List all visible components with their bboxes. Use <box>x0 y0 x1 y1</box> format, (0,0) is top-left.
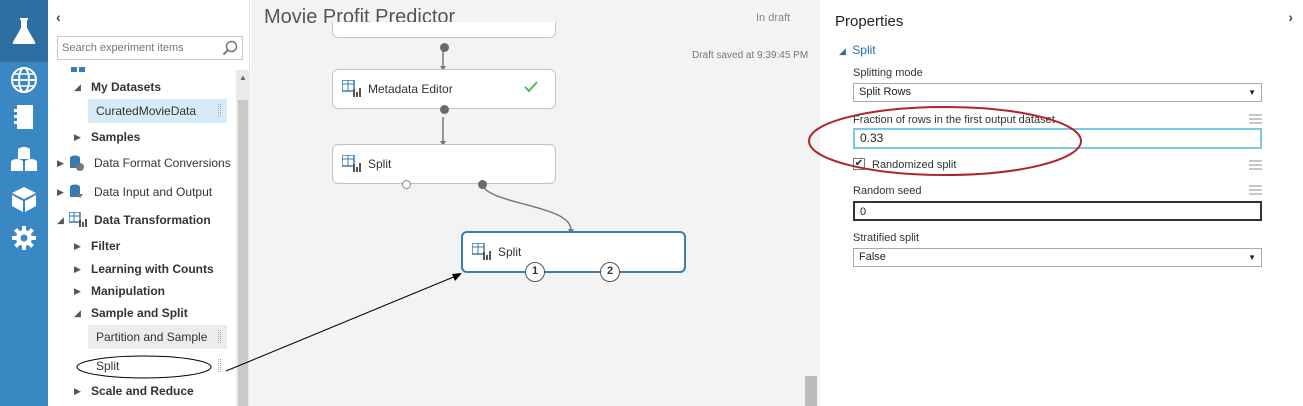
collapsed-arrow-icon[interactable]: ▶ <box>74 280 81 302</box>
output-port[interactable] <box>440 105 449 114</box>
properties-title: Properties <box>835 13 904 30</box>
properties-panel: Properties › ◢ Split Splitting mode Spli… <box>820 0 1303 406</box>
transformation-icon <box>341 79 362 101</box>
globe-icon[interactable] <box>9 65 39 95</box>
experiment-canvas[interactable]: Movie Profit Predictor In draft Draft sa… <box>251 0 820 406</box>
scroll-up-arrow-icon[interactable]: ▲ <box>239 73 247 82</box>
output-port-1[interactable] <box>402 180 411 189</box>
collapsed-arrow-icon[interactable]: ▶ <box>74 258 81 280</box>
expanded-arrow-icon[interactable]: ◢ <box>74 76 81 98</box>
datasets-icon[interactable] <box>9 144 39 174</box>
connection-lines <box>440 48 574 234</box>
splitting-mode-select[interactable]: Split Rows ▼ <box>853 83 1262 102</box>
stratified-split-label: Stratified split <box>853 232 920 244</box>
random-seed-input[interactable]: 0 <box>853 201 1262 221</box>
output-port-2[interactable]: 2 <box>600 262 620 282</box>
randomized-split-label: Randomized split <box>872 159 957 171</box>
data-io-icon <box>68 184 84 200</box>
tree-item-curatedmoviedata[interactable]: CuratedMovieData <box>88 99 227 123</box>
collapse-right-chevron-icon[interactable]: › <box>1288 9 1293 25</box>
conversion-icon <box>68 155 84 171</box>
transformation-icon <box>471 242 492 264</box>
expanded-arrow-icon: ◢ <box>839 46 846 56</box>
tree-item-split[interactable]: Split <box>88 354 227 378</box>
tree-item-my-datasets[interactable]: ◢ My Datasets <box>48 76 236 98</box>
search-input[interactable] <box>58 37 218 59</box>
success-check-icon <box>523 80 539 97</box>
search-box[interactable] <box>57 36 243 60</box>
tree-item-data-transformation[interactable]: ◢ Data Transformation <box>48 209 236 231</box>
notebook-icon[interactable] <box>9 102 39 132</box>
tree-scroll-top-hint <box>70 64 86 72</box>
collapse-left-chevron-icon[interactable]: ‹ <box>56 9 61 25</box>
items-scrollbar[interactable]: ▲ <box>236 70 250 406</box>
tree-item-learning-with-counts[interactable]: ▶ Learning with Counts <box>48 258 236 280</box>
drag-grip-icon[interactable] <box>218 330 221 343</box>
tree-item-data-format-conversions[interactable]: ▶ Data Format Conversions <box>48 152 236 174</box>
module-node-split-selected[interactable]: Split 1 2 <box>461 231 686 282</box>
tree-item-data-input-output[interactable]: ▶ Data Input and Output <box>48 181 236 203</box>
canvas-scrollbar-thumb[interactable] <box>805 376 817 406</box>
module-node-split[interactable]: Split <box>332 144 556 189</box>
tree-item-partition-and-sample[interactable]: Partition and Sample <box>88 325 227 349</box>
random-seed-label: Random seed <box>853 185 922 197</box>
cube-icon[interactable] <box>9 184 39 214</box>
output-port[interactable] <box>440 43 449 52</box>
output-port-2[interactable] <box>478 180 487 189</box>
tree-item-scale-and-reduce[interactable]: ▶ Scale and Reduce <box>48 380 236 402</box>
dropdown-caret-icon: ▼ <box>1248 253 1256 262</box>
drag-grip-icon[interactable] <box>218 104 221 117</box>
parameter-menu-icon[interactable] <box>1249 185 1262 195</box>
collapsed-arrow-icon[interactable]: ▶ <box>74 235 81 257</box>
experiment-items-panel: ‹ ◢ My Datasets CuratedMovieData ▶ Sampl… <box>48 0 250 406</box>
scrollbar-thumb[interactable] <box>238 100 248 406</box>
tree-item-sample-and-split[interactable]: ◢ Sample and Split <box>48 302 236 324</box>
parameter-menu-icon[interactable] <box>1249 160 1262 170</box>
tree-item-samples[interactable]: ▶ Samples <box>48 126 236 148</box>
section-header-split[interactable]: ◢ Split <box>839 43 876 57</box>
transformation-icon <box>341 154 362 176</box>
stratified-split-select[interactable]: False ▼ <box>853 248 1262 267</box>
fraction-input[interactable]: 0.33 <box>853 128 1262 149</box>
output-port-1[interactable]: 1 <box>525 262 545 282</box>
flask-icon[interactable] <box>0 0 48 62</box>
dropdown-caret-icon: ▼ <box>1248 88 1256 97</box>
collapsed-arrow-icon[interactable]: ▶ <box>57 152 64 174</box>
collapsed-arrow-icon[interactable]: ▶ <box>74 380 81 402</box>
collapsed-arrow-icon[interactable]: ▶ <box>57 181 64 203</box>
left-rail <box>0 0 48 406</box>
randomized-split-checkbox[interactable]: ✔ <box>853 158 865 170</box>
search-icon[interactable] <box>222 40 238 59</box>
gear-icon[interactable] <box>9 223 39 253</box>
drag-grip-icon[interactable] <box>218 359 221 372</box>
parameter-menu-icon[interactable] <box>1249 114 1262 124</box>
tree-item-manipulation[interactable]: ▶ Manipulation <box>48 280 236 302</box>
fraction-label: Fraction of rows in the first output dat… <box>853 114 1055 126</box>
collapsed-arrow-icon[interactable]: ▶ <box>74 126 81 148</box>
expanded-arrow-icon[interactable]: ◢ <box>74 302 81 324</box>
transformation-icon <box>68 211 87 228</box>
module-node-partial[interactable] <box>332 22 556 52</box>
tree-item-filter[interactable]: ▶ Filter <box>48 235 236 257</box>
splitting-mode-label: Splitting mode <box>853 67 923 79</box>
module-node-metadata-editor[interactable]: Metadata Editor <box>332 69 556 114</box>
expanded-arrow-icon[interactable]: ◢ <box>57 209 64 231</box>
